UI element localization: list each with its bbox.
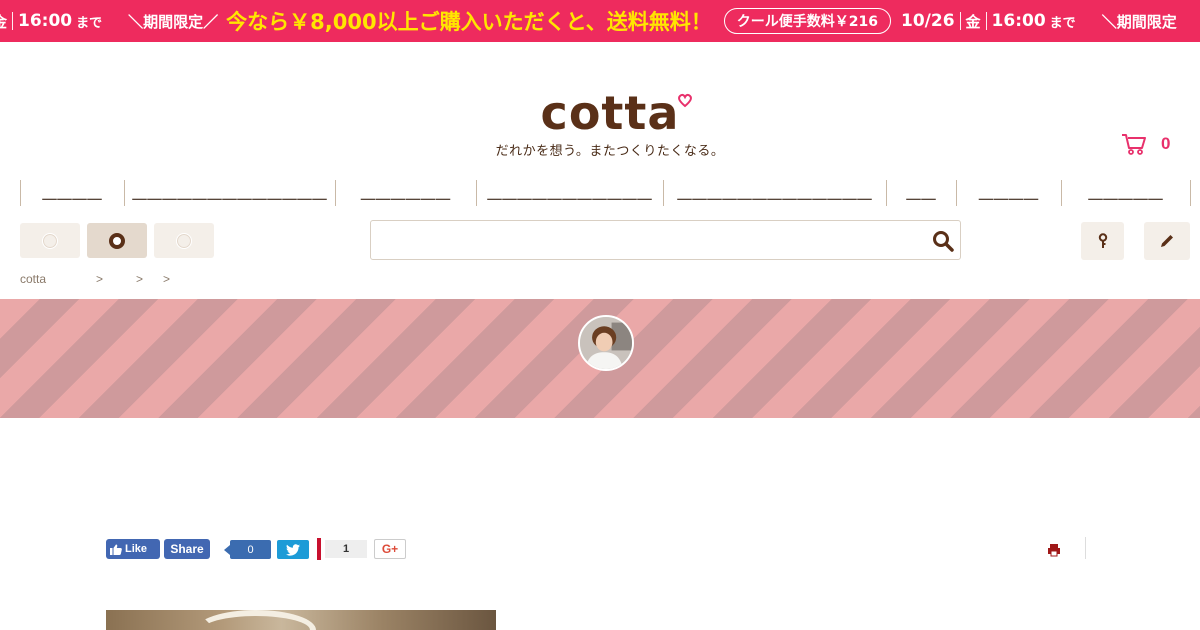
- cart-count: 0: [1161, 134, 1171, 153]
- promo-cool-fee-badge: クール便手数料￥216: [723, 8, 891, 34]
- promo-time: 16:00: [18, 11, 73, 31]
- login-button[interactable]: [1081, 222, 1124, 260]
- nav-item-6[interactable]: ＿＿: [886, 180, 956, 206]
- breadcrumb-separator: >: [96, 272, 104, 286]
- register-button[interactable]: [1144, 222, 1190, 260]
- facebook-share-button[interactable]: Share: [164, 539, 210, 559]
- facebook-like-label: Like: [125, 543, 148, 555]
- breadcrumb-separator: >: [136, 272, 144, 286]
- view-toggle-2[interactable]: [87, 223, 147, 258]
- recipe-photo: [106, 610, 496, 630]
- breadcrumb-separator: >: [163, 272, 171, 286]
- thumbs-up-icon: [110, 544, 122, 555]
- view-toggle-group: [20, 223, 214, 258]
- promo-limited-label: ＼期間限定／: [128, 12, 219, 31]
- nav-item-8[interactable]: ＿＿＿＿＿: [1061, 180, 1191, 206]
- radio-icon: [42, 232, 58, 249]
- twitter-icon: [286, 543, 300, 556]
- main-nav: ＿＿＿＿ ＿＿＿＿＿＿＿＿＿＿＿＿＿ ＿＿＿＿＿＿ ＿＿＿＿＿＿＿＿＿＿＿ ＿＿…: [20, 180, 1192, 206]
- promo-until: まで: [76, 15, 103, 31]
- promo-date: 10/26: [901, 11, 955, 31]
- twitter-share-button[interactable]: [277, 540, 309, 559]
- view-toggle-3[interactable]: [154, 223, 214, 258]
- pocket-count: 1: [325, 540, 367, 558]
- avatar[interactable]: [578, 315, 634, 371]
- promo-until: まで: [1049, 15, 1076, 31]
- promo-divider: [959, 12, 961, 30]
- cart-icon: [1122, 134, 1146, 155]
- nav-item-7[interactable]: ＿＿＿＿: [956, 180, 1061, 206]
- promo-limited-label: ＼期間限定: [1101, 12, 1177, 31]
- pencil-icon: [1161, 235, 1173, 247]
- radio-icon: [176, 232, 192, 249]
- hatena-bookmark-count[interactable]: 0: [224, 540, 271, 559]
- promo-day: 金: [965, 12, 981, 31]
- divider: [1085, 537, 1086, 559]
- key-icon: [1098, 233, 1107, 248]
- search-input[interactable]: [371, 221, 911, 259]
- view-toggle-1[interactable]: [20, 223, 80, 258]
- radio-selected-icon: [109, 232, 125, 249]
- heart-ribbon-icon: [678, 93, 693, 108]
- promo-divider: [985, 12, 987, 30]
- breadcrumb-home[interactable]: cotta: [20, 272, 46, 286]
- promo-headline: 今なら￥8,000以上ご購入いただくと、送料無料！: [226, 10, 712, 34]
- promo-divider: [12, 12, 14, 30]
- print-icon[interactable]: [1047, 543, 1061, 557]
- search-box: [370, 220, 961, 260]
- promo-day: 金: [0, 11, 7, 32]
- promo-banner[interactable]: 金 16:00 まで ＼期間限定／ 今なら￥8,000以上ご購入いただくと、送料…: [0, 0, 1200, 42]
- nav-item-2[interactable]: ＿＿＿＿＿＿＿＿＿＿＿＿＿: [124, 180, 335, 206]
- site-tagline: だれかを想う。またつくりたくなる。: [495, 144, 725, 159]
- nav-item-3[interactable]: ＿＿＿＿＿＿: [335, 180, 476, 206]
- nav-item-5[interactable]: ＿＿＿＿＿＿＿＿＿＿＿＿＿: [663, 180, 886, 206]
- nav-item-1[interactable]: ＿＿＿＿: [20, 180, 124, 206]
- google-plus-button[interactable]: G+: [374, 539, 406, 559]
- avatar-photo: [580, 317, 632, 369]
- site-logo-link[interactable]: cotta だれかを想う。またつくりたくなる。: [490, 88, 730, 159]
- site-logo: cotta: [541, 88, 693, 138]
- nav-item-4[interactable]: ＿＿＿＿＿＿＿＿＿＿＿: [476, 180, 663, 206]
- cart-button[interactable]: 0: [1121, 132, 1170, 156]
- facebook-like-button[interactable]: Like: [106, 539, 160, 559]
- photo-detail: [196, 610, 316, 630]
- promo-time: 16:00: [991, 11, 1046, 31]
- search-icon[interactable]: [932, 230, 954, 252]
- pocket-button[interactable]: [317, 538, 321, 560]
